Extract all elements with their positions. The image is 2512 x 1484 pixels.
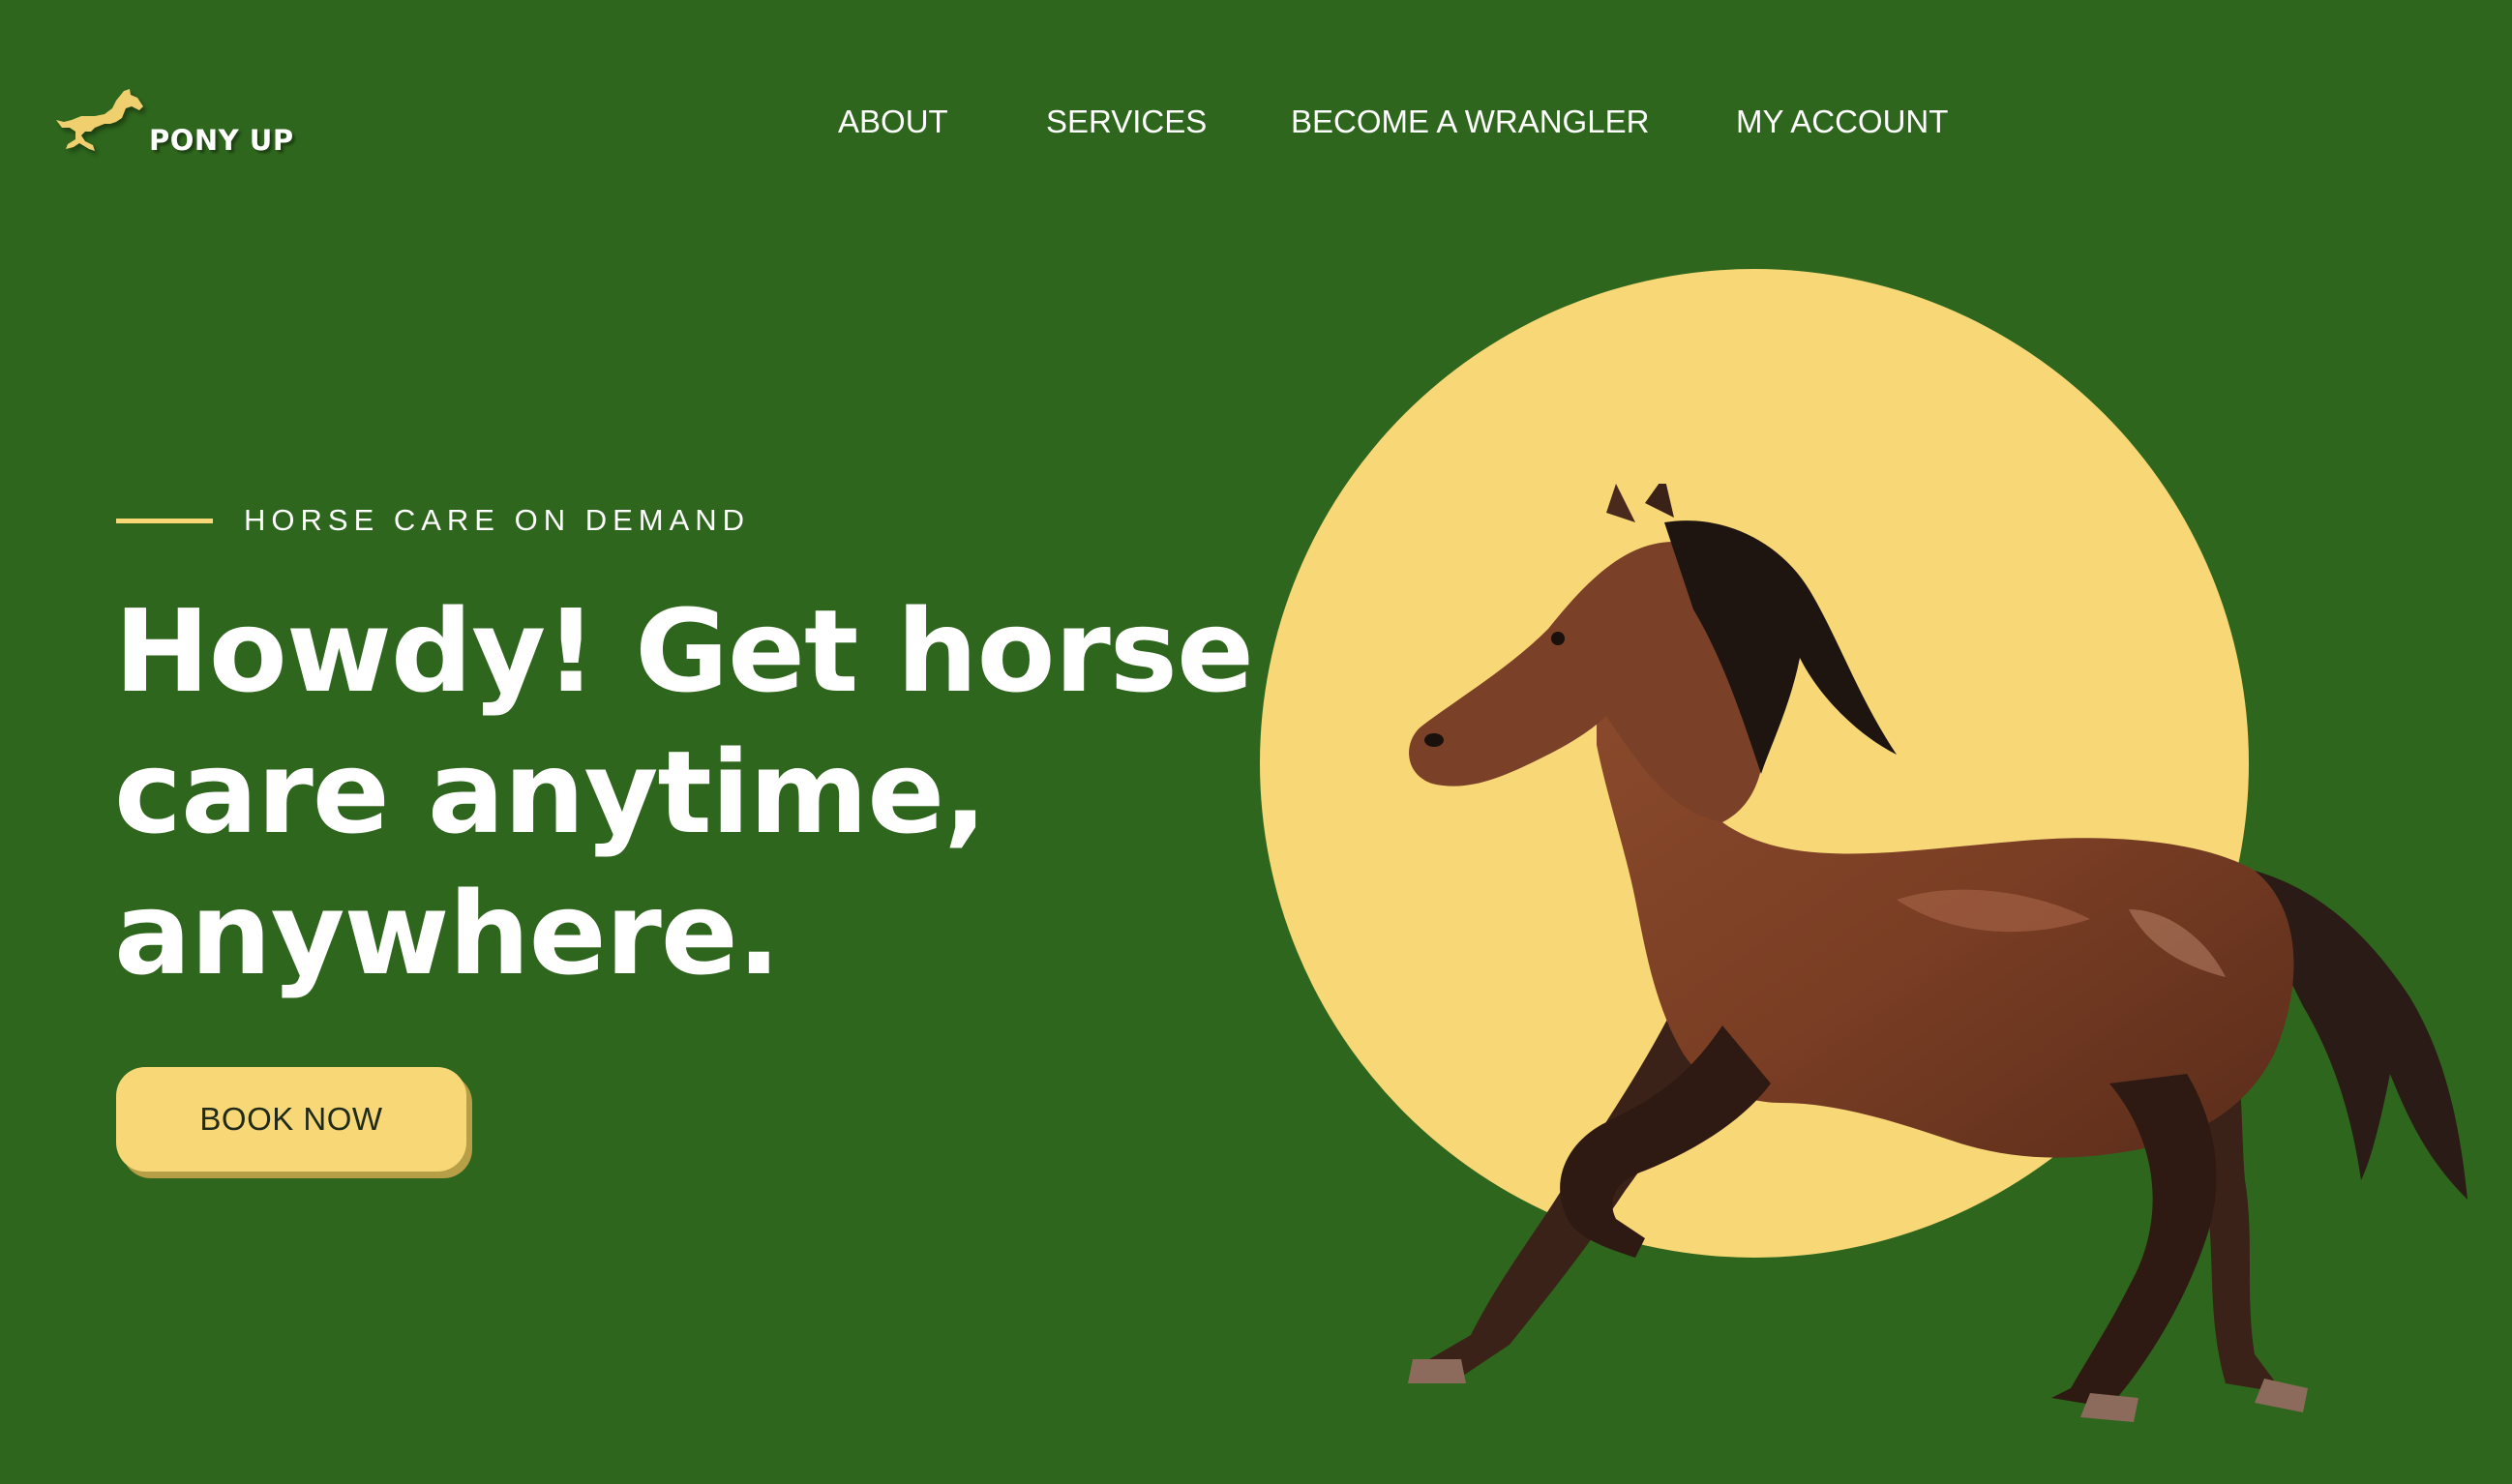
nav-services[interactable]: SERVICES [1046, 103, 1207, 141]
logo-link[interactable]: PONY UP [56, 89, 294, 157]
headline-line: care anytime, [114, 726, 987, 859]
galloping-horse-illustration [1408, 484, 2467, 1422]
headline-line: anywhere. [114, 867, 781, 1000]
eyebrow-divider [116, 518, 213, 523]
nav-my-account[interactable]: MY ACCOUNT [1736, 103, 1948, 141]
hero-eyebrow: HORSE CARE ON DEMAND [116, 503, 750, 538]
book-now-button[interactable]: BOOK NOW [116, 1067, 466, 1172]
landing-page: PONY UP ABOUT SERVICES BECOME A WRANGLER… [0, 0, 2512, 1484]
hero-headline: Howdy! Get horse care anytime, anywhere. [114, 580, 1256, 1004]
eyebrow-text: HORSE CARE ON DEMAND [244, 503, 751, 537]
horse-icon [56, 89, 143, 151]
brand-name: PONY UP [149, 124, 294, 157]
headline-line: Howdy! Get horse [114, 584, 1254, 718]
nav-become-a-wrangler[interactable]: BECOME A WRANGLER [1291, 103, 1649, 141]
nav-about[interactable]: ABOUT [838, 103, 948, 141]
